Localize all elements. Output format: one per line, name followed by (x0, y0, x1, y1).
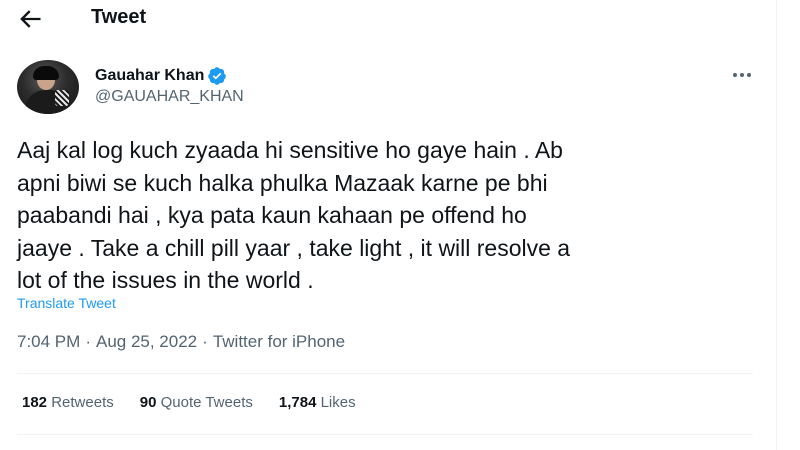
tweet-source-link[interactable]: Twitter for iPhone (213, 332, 345, 352)
author-handle[interactable]: @GAUAHAR_KHAN (95, 88, 244, 106)
meta-separator: · (85, 332, 91, 351)
tweet-time[interactable]: 7:04 PM (17, 332, 80, 352)
quote-tweets-count: 90 (139, 394, 157, 411)
quote-tweets-label: Quote Tweets (160, 394, 253, 411)
avatar[interactable] (17, 60, 79, 114)
divider (17, 373, 753, 374)
tweet-metadata: 7:04 PM · Aug 25, 2022 · Twitter for iPh… (17, 332, 345, 352)
page-title: Tweet (91, 6, 147, 28)
likes-stat[interactable]: 1,784 Likes (279, 394, 356, 411)
retweets-label: Retweets (51, 394, 114, 411)
tweet-header: Tweet (0, 0, 776, 38)
author-name-row[interactable]: Gauahar Khan (95, 66, 227, 86)
divider (17, 434, 753, 435)
retweets-stat[interactable]: 182 Retweets (22, 394, 114, 411)
arrow-left-icon (20, 10, 41, 28)
author-display-name[interactable]: Gauahar Khan (95, 67, 204, 85)
quote-tweets-stat[interactable]: 90 Quote Tweets (140, 394, 253, 411)
avatar-hair (33, 66, 59, 80)
tweet-text: Aaj kal log kuch zyaada hi sensitive ho … (17, 137, 571, 293)
retweets-count: 182 (22, 394, 48, 411)
tweet-stats: 182 Retweets 90 Quote Tweets 1,784 Likes (22, 394, 382, 411)
tweet-date[interactable]: Aug 25, 2022 (96, 332, 197, 352)
likes-label: Likes (320, 394, 356, 411)
verified-badge-icon (208, 67, 227, 85)
back-button[interactable] (16, 5, 44, 33)
translate-tweet-link[interactable]: Translate Tweet (17, 295, 116, 311)
likes-count: 1,784 (278, 394, 317, 411)
more-horizontal-icon (733, 73, 751, 77)
avatar-pattern (55, 90, 69, 106)
column-border (776, 0, 777, 450)
meta-separator: · (202, 332, 208, 351)
more-options-button[interactable] (730, 66, 754, 84)
